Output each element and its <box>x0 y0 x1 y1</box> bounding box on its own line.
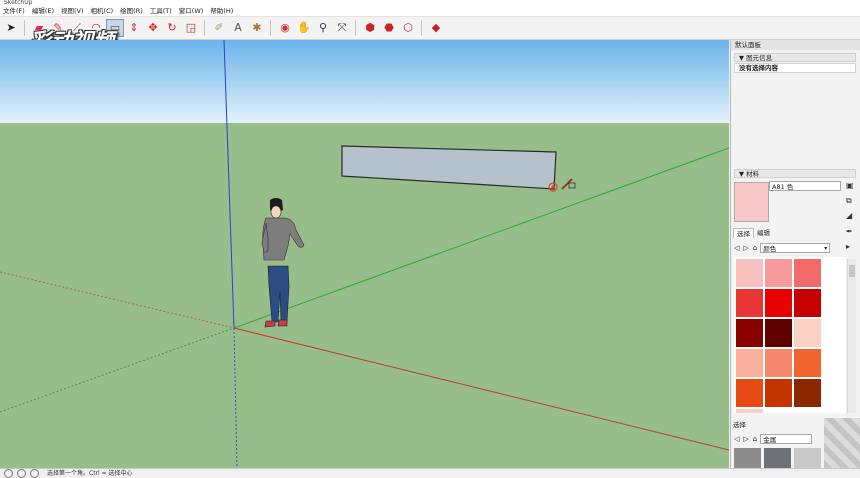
sky <box>0 40 729 123</box>
forward-icon-2[interactable]: ▷ <box>743 435 748 443</box>
menu-window[interactable]: 窗口(W) <box>179 6 204 16</box>
tray-title: 默认面板 <box>731 40 860 50</box>
material-swatch[interactable] <box>736 259 763 287</box>
move-icon[interactable]: ✥ <box>145 20 161 36</box>
forward-icon[interactable]: ▷ <box>743 244 748 252</box>
library-browse-row: ◁ ▷ ⌂ 颜色 ▾ <box>734 242 831 253</box>
default-material-icon[interactable]: ◢ <box>846 211 852 221</box>
menu-tools[interactable]: 工具(T) <box>150 6 172 16</box>
blurred-region <box>824 418 860 468</box>
toolbar-divider <box>24 20 25 36</box>
entity-info-body: 没有选择内容 <box>734 63 856 73</box>
material-swatch[interactable] <box>765 349 792 377</box>
toolbar-divider <box>270 20 271 36</box>
material-swatch[interactable] <box>764 448 791 468</box>
select2-swatch-grid <box>734 448 824 468</box>
material-swatch[interactable] <box>736 289 763 317</box>
tab-select[interactable]: 选择 <box>733 228 754 238</box>
material-swatch[interactable] <box>734 448 761 468</box>
back-icon-2[interactable]: ◁ <box>734 435 739 443</box>
scene-canvas <box>0 40 729 468</box>
select-icon[interactable]: ➤ <box>3 20 19 36</box>
entity-info-header[interactable]: ▼ 图元信息 <box>734 53 856 62</box>
scale-icon[interactable]: ◲ <box>183 20 199 36</box>
library-select-2[interactable]: 金属 <box>760 433 813 444</box>
text-icon[interactable]: A <box>230 20 246 36</box>
material-swatch-grid <box>734 257 846 413</box>
send-icon[interactable]: ◆ <box>428 20 444 36</box>
library-select[interactable]: 颜色 ▾ <box>760 242 831 253</box>
eyedropper-icon[interactable]: ✒ <box>846 227 853 237</box>
entity-info-area <box>734 73 856 169</box>
material-swatch[interactable] <box>765 289 792 317</box>
material-swatch[interactable] <box>736 319 763 347</box>
pan-icon[interactable]: ✋ <box>296 20 312 36</box>
material-swatch[interactable] <box>794 289 821 317</box>
select2-label: 选择 <box>733 421 746 429</box>
menu-edit[interactable]: 编辑(E) <box>32 6 54 16</box>
material-swatch[interactable] <box>794 319 821 347</box>
create-material-icon[interactable]: ⧉ <box>846 196 852 206</box>
menu-help[interactable]: 帮助(H) <box>210 6 233 16</box>
material-swatch[interactable] <box>736 349 763 377</box>
materials-header[interactable]: ▼ 材料 <box>734 169 856 178</box>
scrollbar-thumb[interactable] <box>849 265 855 277</box>
zoom-icon[interactable]: ⚲ <box>315 20 331 36</box>
toolbar-divider <box>421 20 422 36</box>
material-swatch[interactable] <box>765 319 792 347</box>
menu-draw[interactable]: 绘图(R) <box>120 6 143 16</box>
orbit-icon[interactable]: ◉ <box>277 20 293 36</box>
material-swatch[interactable] <box>794 448 821 468</box>
menu-bar: 文件(F) 编辑(E) 视图(V) 相机(C) 绘图(R) 工具(T) 窗口(W… <box>0 6 860 17</box>
library-browse-row-2: ◁ ▷ ⌂ 金属 <box>734 433 813 444</box>
library-select-2-value: 金属 <box>763 435 777 444</box>
home-icon-2[interactable]: ⌂ <box>753 435 757 443</box>
material-swatch[interactable] <box>794 259 821 287</box>
menu-view[interactable]: 视图(V) <box>61 6 84 16</box>
model-icon[interactable]: ⬡ <box>400 20 416 36</box>
display-sample-icon[interactable]: ▣ <box>846 181 854 191</box>
chevron-down-icon: ▾ <box>824 244 828 252</box>
toolbar-divider <box>355 20 356 36</box>
material-name-field[interactable]: A81 色 <box>769 181 841 191</box>
back-icon[interactable]: ◁ <box>734 244 739 252</box>
entity-info-title: 图元信息 <box>746 54 773 62</box>
material-swatch[interactable] <box>765 379 792 407</box>
rotate-icon[interactable]: ↻ <box>164 20 180 36</box>
material-swatch[interactable] <box>736 409 763 413</box>
home-icon[interactable]: ⌂ <box>753 244 757 252</box>
main-toolbar: ➤ ▰ ✎ ⟋ ◠ ▭ ⇕ ✥ ↻ ◲ ✐ A ✱ ◉ ✋ ⚲ ⤧ ⬢ ⬣ ⬡ … <box>0 17 860 40</box>
swatch-scrollbar[interactable] <box>847 259 856 413</box>
menu-file[interactable]: 文件(F) <box>3 6 25 16</box>
materials-title: 材料 <box>746 170 760 178</box>
current-material-swatch[interactable] <box>734 182 769 222</box>
material-swatch[interactable] <box>794 349 821 377</box>
library-select-value: 颜色 <box>763 244 777 253</box>
3d-viewport[interactable] <box>0 40 729 468</box>
push-pull-icon[interactable]: ⇕ <box>126 20 142 36</box>
menu-camera[interactable]: 相机(C) <box>91 6 114 16</box>
warehouse-icon[interactable]: ⬢ <box>362 20 378 36</box>
tab-edit[interactable]: 编辑 <box>754 228 773 238</box>
toolbar-divider <box>204 20 205 36</box>
materials-tabs: 选择 编辑 <box>733 228 773 238</box>
details-arrow-icon[interactable]: ▸ <box>846 242 850 252</box>
extension-icon[interactable]: ⬣ <box>381 20 397 36</box>
material-swatch[interactable] <box>765 259 792 287</box>
zoom-extents-icon[interactable]: ⤧ <box>334 20 350 36</box>
tape-icon[interactable]: ✐ <box>211 20 227 36</box>
material-swatch[interactable] <box>794 379 821 407</box>
axes-icon[interactable]: ✱ <box>249 20 265 36</box>
material-swatch[interactable] <box>736 379 763 407</box>
